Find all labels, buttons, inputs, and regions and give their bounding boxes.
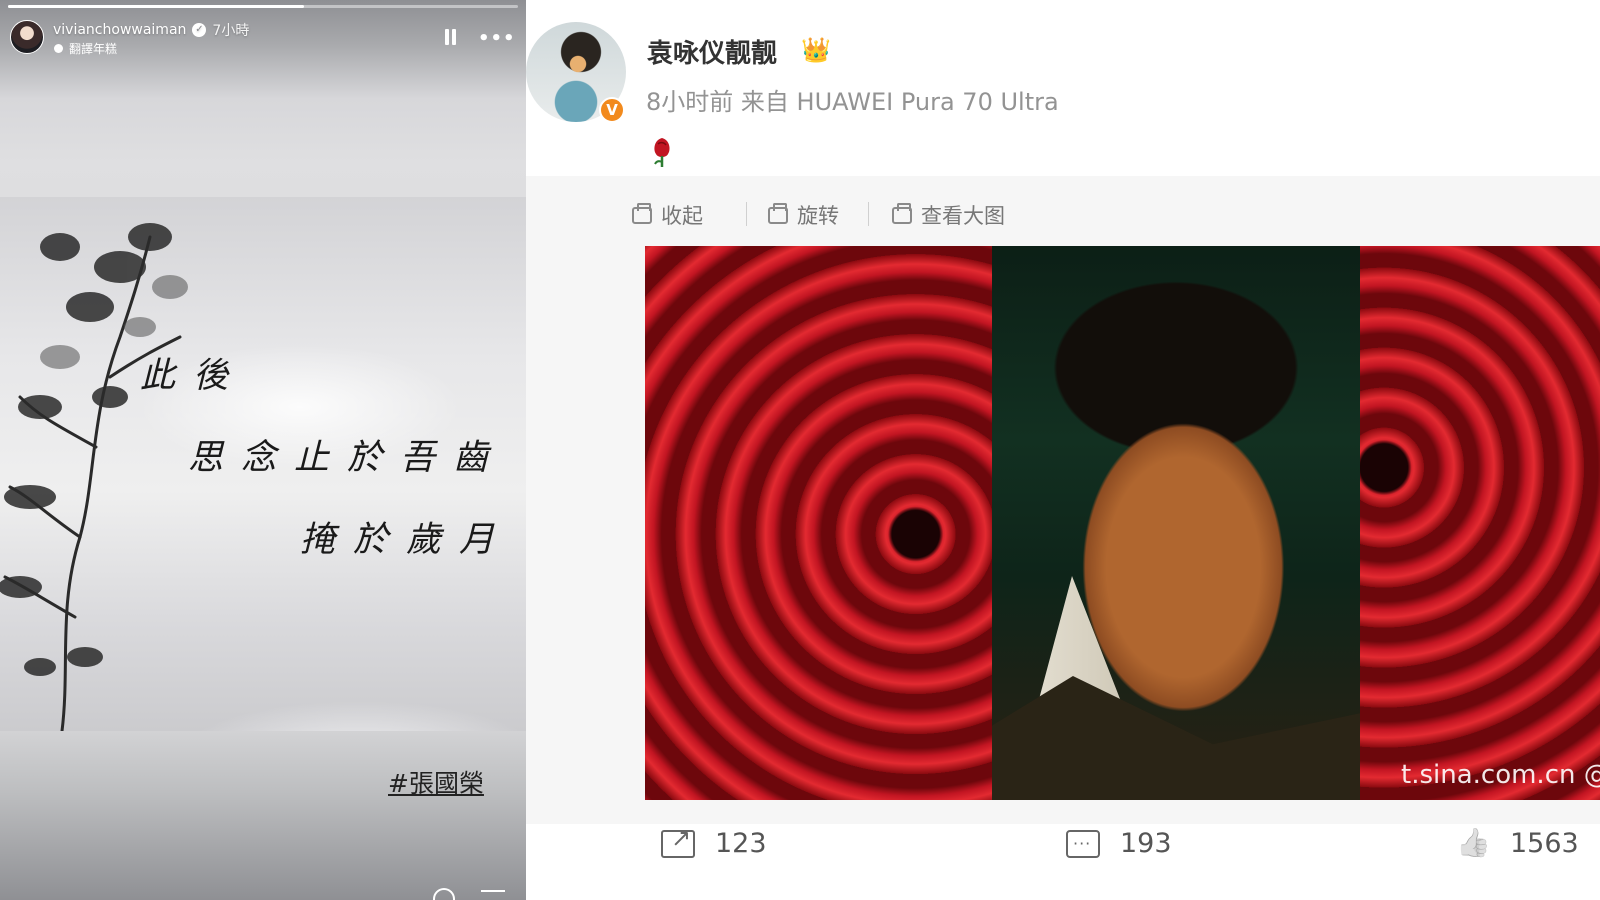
suit-jacket xyxy=(992,676,1360,800)
story-footer xyxy=(433,888,513,900)
story-time: 7小時 xyxy=(212,23,250,39)
weibo-post: V 袁咏仪靓靓 👑 8小时前 来自 HUAWEI Pura 70 Ultra 收… xyxy=(526,0,1600,900)
like-button[interactable]: 1563 xyxy=(1456,828,1579,859)
image-watermark: t.sina.com.cn @袁咏 xyxy=(1401,760,1600,790)
like-count: 1563 xyxy=(1510,828,1579,859)
pause-icon[interactable] xyxy=(444,29,458,45)
weibo-username[interactable]: 袁咏仪靓靓 xyxy=(647,33,777,70)
share-count: 123 xyxy=(715,828,767,859)
collapse-button[interactable]: 收起 xyxy=(632,200,703,230)
comment-button[interactable]: 193 xyxy=(1066,828,1172,859)
poem-line-2: 思念止於吾齒 xyxy=(188,438,507,478)
heart-icon[interactable] xyxy=(433,888,455,900)
rotate-icon xyxy=(768,202,788,224)
toolbar-divider xyxy=(868,202,869,226)
view-large-label: 查看大图 xyxy=(921,204,1005,228)
rotate-label: 旋转 xyxy=(797,204,839,228)
post-meta: 8小时前 来自 HUAWEI Pura 70 Ultra xyxy=(646,88,1059,116)
rotate-button[interactable]: 旋转 xyxy=(768,200,839,230)
story-header: vivianchowwaiman ✓ 7小時 xyxy=(53,20,249,40)
poem-line-3: 掩於歲月 xyxy=(300,520,513,560)
comment-icon xyxy=(1066,829,1100,858)
music-icon xyxy=(54,44,63,53)
story-username[interactable]: vivianchowwaiman xyxy=(53,22,186,38)
toolbar-divider xyxy=(746,202,747,226)
story-progress-bar xyxy=(8,5,518,8)
instagram-story: vivianchowwaiman ✓ 7小時 翻譯年糕 ••• 此後 思念止於吾… xyxy=(0,0,526,900)
view-large-icon xyxy=(892,202,912,224)
share-button[interactable]: 123 xyxy=(661,824,767,859)
comment-count: 193 xyxy=(1120,828,1172,859)
collapse-icon xyxy=(632,202,652,224)
send-icon[interactable] xyxy=(481,890,505,892)
image-viewer: 收起 旋转 查看大图 t.sina.com.cn @袁咏 xyxy=(526,176,1600,824)
more-icon[interactable]: ••• xyxy=(478,28,516,49)
story-subtitle-text: 翻譯年糕 xyxy=(69,42,118,56)
rose-photo-left xyxy=(645,246,992,800)
portrait-photo xyxy=(992,246,1360,800)
crown-icon: 👑 xyxy=(801,36,831,64)
verified-icon: ✓ xyxy=(192,23,207,37)
thumbs-up-icon xyxy=(1456,830,1490,858)
ink-painting: 此後 思念止於吾齒 掩於歲月 xyxy=(0,197,526,731)
collapse-label: 收起 xyxy=(661,204,703,228)
view-large-button[interactable]: 查看大图 xyxy=(892,200,1005,230)
story-progress-fill xyxy=(8,5,304,8)
story-subtitle: 翻譯年糕 xyxy=(54,40,117,57)
story-avatar[interactable] xyxy=(10,20,44,54)
rose-photo-right xyxy=(1360,246,1600,800)
hashtag-link[interactable]: #張國榮 xyxy=(388,764,484,800)
share-icon xyxy=(661,824,695,858)
verified-badge: V xyxy=(599,97,625,123)
post-image[interactable]: t.sina.com.cn @袁咏 xyxy=(645,246,1600,800)
rose-icon xyxy=(654,138,670,167)
poem-line-1: 此後 xyxy=(140,356,247,396)
screenshot-root: vivianchowwaiman ✓ 7小時 翻譯年糕 ••• 此後 思念止於吾… xyxy=(0,0,1600,900)
